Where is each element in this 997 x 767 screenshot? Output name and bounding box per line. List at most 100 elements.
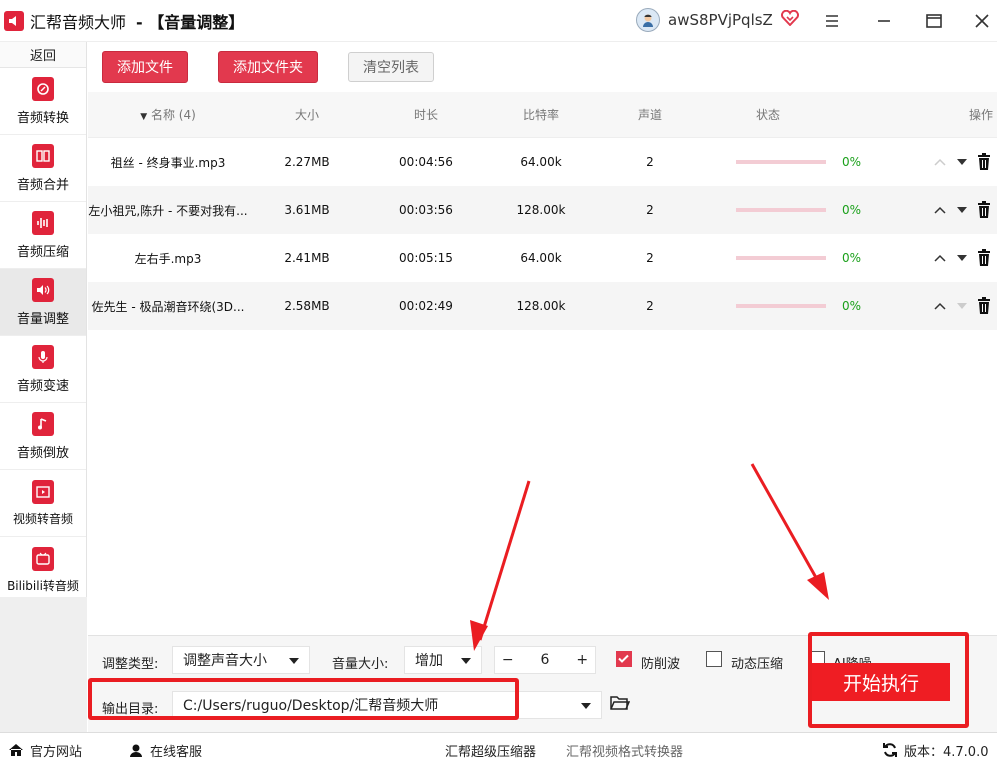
sidebar-item-audio-speed[interactable]: 音频变速 — [0, 336, 86, 403]
dynamic-compress-label[interactable]: 动态压缩 — [731, 653, 783, 672]
file-status: 0% — [704, 203, 914, 217]
progress-percent: 0% — [842, 299, 862, 313]
video-converter-link[interactable]: 汇帮视频格式转换器 — [566, 741, 683, 760]
anti-clip-label[interactable]: 防削波 — [641, 653, 680, 672]
delete-icon[interactable] — [975, 153, 993, 171]
sidebar-item-video-to-audio[interactable]: 视频转音频 — [0, 470, 86, 537]
table-row[interactable]: 佐先生 - 极品潮音环绕(3D... 2.58MB 00:02:49 128.0… — [88, 282, 997, 330]
move-down-icon[interactable] — [953, 153, 971, 171]
volume-label: 音量大小: — [332, 657, 389, 672]
sidebar-item-label: 音频倒放 — [16, 445, 69, 461]
move-up-icon[interactable] — [931, 201, 949, 219]
file-duration: 00:05:15 — [399, 251, 453, 265]
sidebar-item-label: 视频转音频 — [12, 511, 73, 526]
online-support-link[interactable]: 在线客服 — [128, 741, 202, 760]
vip-heart-icon[interactable] — [780, 9, 799, 30]
sidebar-item-audio-compress[interactable]: 音频压缩 — [0, 202, 86, 269]
table-row[interactable]: 左右手.mp3 2.41MB 00:05:15 64.00k 2 0% — [88, 234, 997, 282]
delete-icon[interactable] — [975, 201, 993, 219]
menu-icon[interactable] — [820, 9, 844, 33]
file-channels: 2 — [646, 299, 654, 313]
anti-clip-checkbox[interactable] — [616, 651, 632, 667]
progress-bar — [736, 160, 826, 164]
tv-icon — [32, 546, 54, 571]
close-icon[interactable] — [970, 9, 994, 33]
column-header-channels: 声道 — [637, 108, 662, 122]
minimize-icon[interactable] — [872, 9, 896, 33]
file-duration: 00:02:49 — [399, 299, 453, 313]
user-area[interactable]: awS8PVjPqlsZ — [636, 8, 799, 32]
sort-down-icon[interactable]: ▼ — [140, 112, 147, 122]
back-button[interactable]: 返回 — [0, 42, 86, 68]
sidebar-item-label: 音频压缩 — [16, 244, 69, 260]
delete-icon[interactable] — [975, 297, 993, 315]
move-down-icon[interactable] — [953, 201, 971, 219]
row-actions — [914, 249, 997, 267]
minus-button[interactable]: − — [495, 652, 520, 668]
clear-list-button[interactable]: 清空列表 — [348, 52, 434, 82]
sidebar-item-label: 音频转换 — [16, 110, 69, 126]
official-website-link[interactable]: 官方网站 — [8, 741, 82, 760]
file-size: 2.27MB — [284, 155, 330, 169]
progress-percent: 0% — [842, 251, 862, 265]
music-note-icon — [32, 411, 54, 436]
sidebar-item-audio-convert[interactable]: 音频转换 — [0, 68, 86, 135]
plus-button[interactable]: + — [570, 652, 595, 668]
dynamic-compress-checkbox[interactable] — [706, 651, 722, 667]
status-bar: 官方网站 在线客服 汇帮超级压缩器 汇帮视频格式转换器 版本：4.7.0.0 — [0, 732, 997, 767]
move-up-icon[interactable] — [931, 297, 949, 315]
sidebar-item-label: Bilibili转音频 — [7, 578, 79, 593]
delete-icon[interactable] — [975, 249, 993, 267]
file-bitrate: 64.00k — [520, 155, 562, 169]
file-status: 0% — [704, 155, 914, 169]
volume-stepper[interactable]: − 6 + — [494, 646, 596, 674]
column-header-bitrate: 比特率 — [522, 108, 559, 122]
progress-bar — [736, 208, 826, 212]
avatar[interactable] — [636, 8, 660, 32]
support-icon — [130, 744, 142, 757]
audio-convert-icon — [32, 76, 54, 101]
column-header-duration: 时长 — [413, 108, 438, 122]
progress-bar — [736, 304, 826, 308]
sidebar-item-audio-merge[interactable]: 音频合并 — [0, 135, 86, 202]
file-bitrate: 64.00k — [520, 251, 562, 265]
app-logo-icon — [4, 10, 24, 31]
folder-open-icon[interactable] — [610, 695, 631, 715]
start-button-highlight — [808, 632, 969, 728]
move-down-icon[interactable] — [953, 249, 971, 267]
username[interactable]: awS8PVjPqlsZ — [668, 11, 773, 29]
column-header-name[interactable]: ▼ 名称 (4) — [88, 106, 248, 123]
sidebar-item-bilibili-to-audio[interactable]: Bilibili转音频 — [0, 537, 86, 604]
maximize-icon[interactable] — [922, 9, 946, 33]
move-up-icon[interactable] — [931, 153, 949, 171]
file-size: 2.58MB — [284, 299, 330, 313]
sidebar-item-volume-adjust[interactable]: 音量调整 — [0, 269, 86, 336]
sidebar-item-audio-reverse[interactable]: 音频倒放 — [0, 403, 86, 470]
column-header-size: 大小 — [294, 108, 319, 122]
file-table: ▼ 名称 (4) 大小 时长 比特率 声道 状态 操作 祖丝 - 终身事业.mp… — [88, 92, 997, 330]
volume-value[interactable]: 6 — [520, 652, 569, 668]
title-bar: 汇帮音频大师 - 【音量调整】 awS8PVjPqlsZ — [0, 0, 997, 42]
row-actions — [914, 201, 997, 219]
chevron-down-icon — [461, 658, 471, 664]
add-folder-button[interactable]: 添加文件夹 — [218, 51, 318, 83]
table-row[interactable]: 左小祖咒,陈升 - 不要对我有... 3.61MB 00:03:56 128.0… — [88, 186, 997, 234]
move-up-icon[interactable] — [931, 249, 949, 267]
row-actions — [914, 297, 997, 315]
add-file-button[interactable]: 添加文件 — [102, 51, 188, 83]
file-channels: 2 — [646, 203, 654, 217]
app-title: 汇帮音频大师 — [30, 12, 127, 32]
column-header-actions: 操作 — [968, 108, 993, 122]
file-name: 左右手.mp3 — [134, 251, 202, 266]
file-duration: 00:04:56 — [399, 155, 453, 169]
table-row[interactable]: 祖丝 - 终身事业.mp3 2.27MB 00:04:56 64.00k 2 0… — [88, 138, 997, 186]
adjust-type-select[interactable]: 调整声音大小 — [172, 646, 310, 674]
table-header: ▼ 名称 (4) 大小 时长 比特率 声道 状态 操作 — [88, 92, 997, 138]
version-info[interactable]: 版本：4.7.0.0 — [882, 741, 988, 760]
audio-merge-icon — [32, 143, 54, 168]
file-bitrate: 128.00k — [516, 299, 566, 313]
super-compressor-link[interactable]: 汇帮超级压缩器 — [445, 741, 536, 760]
move-down-icon[interactable] — [953, 297, 971, 315]
sidebar-item-label: 音量调整 — [16, 311, 69, 327]
volume-mode-select[interactable]: 增加 — [404, 646, 482, 674]
